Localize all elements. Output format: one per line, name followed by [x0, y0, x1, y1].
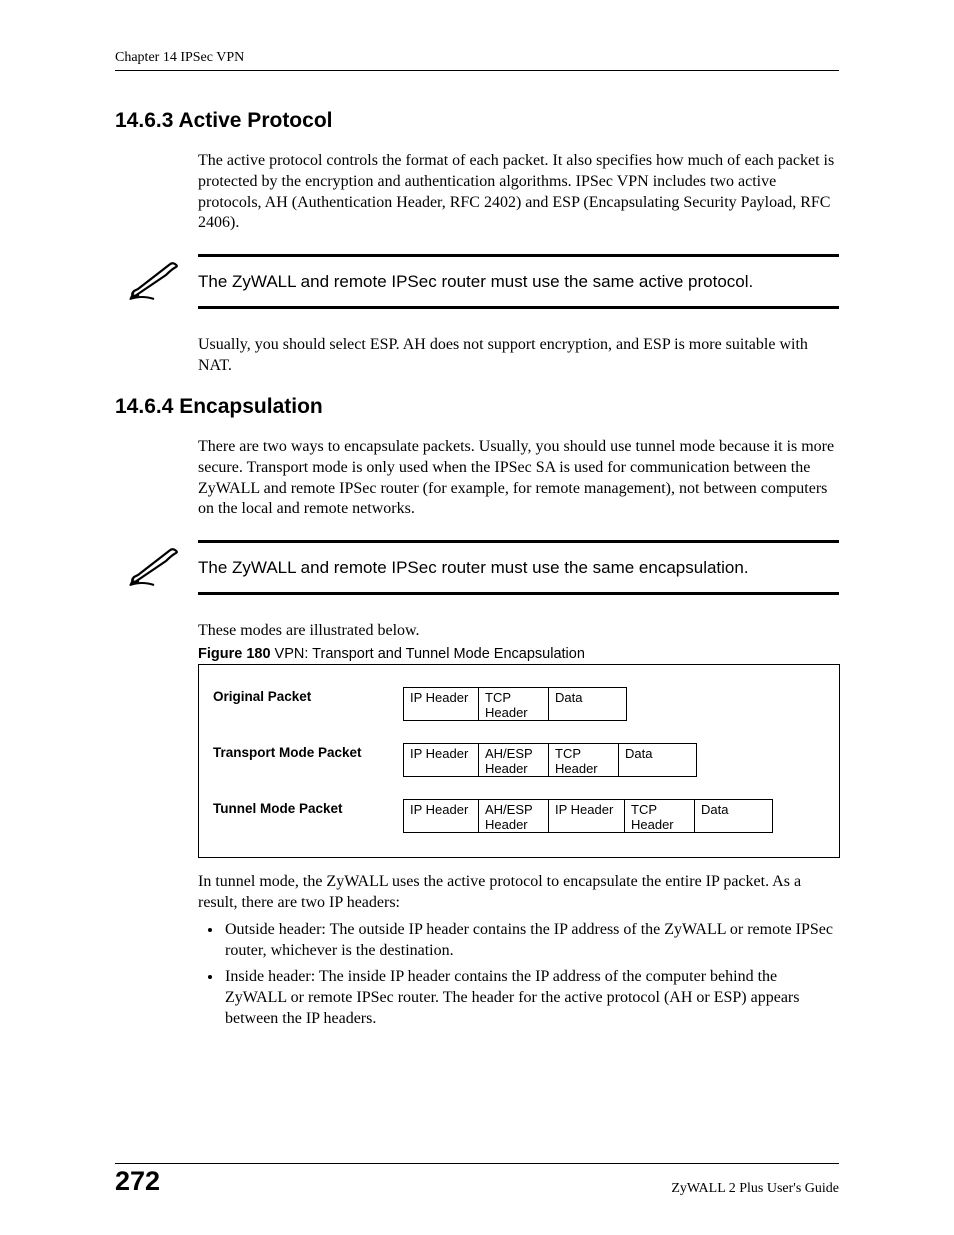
body-paragraph: In tunnel mode, the ZyWALL uses the acti…	[198, 872, 839, 914]
packet-cell: IP Header	[549, 799, 625, 833]
note-text: The ZyWALL and remote IPSec router must …	[198, 271, 839, 292]
figure-number: Figure 180	[198, 646, 271, 662]
packet-cell: Data	[549, 687, 627, 721]
packet-row-label: Tunnel Mode Packet	[213, 799, 403, 816]
page: Chapter 14 IPSec VPN 14.6.3 Active Proto…	[0, 0, 954, 1235]
body-paragraph: The active protocol controls the format …	[198, 151, 839, 234]
packet-cell: AH/ESPHeader	[479, 799, 549, 833]
packet-row-label: Original Packet	[213, 687, 403, 704]
page-number: 272	[115, 1166, 160, 1197]
note-pencil-icon	[128, 547, 180, 587]
note-block: The ZyWALL and remote IPSec router must …	[115, 540, 839, 595]
guide-title: ZyWALL 2 Plus User's Guide	[671, 1181, 839, 1197]
packet-cell: IP Header	[403, 687, 479, 721]
figure-encapsulation-diagram: Original Packet IP Header TCPHeader Data…	[198, 664, 840, 858]
packet-cell: TCPHeader	[479, 687, 549, 721]
packet-cell: TCPHeader	[549, 743, 619, 777]
packet-cell: IP Header	[403, 799, 479, 833]
packet-cell: Data	[619, 743, 697, 777]
packet-row-label: Transport Mode Packet	[213, 743, 403, 760]
packet-cell: AH/ESPHeader	[479, 743, 549, 777]
packet-cell: TCPHeader	[625, 799, 695, 833]
bullet-item: Inside header: The inside IP header cont…	[223, 967, 839, 1029]
packet-cell: IP Header	[403, 743, 479, 777]
bullet-item: Outside header: The outside IP header co…	[223, 920, 839, 962]
note-text: The ZyWALL and remote IPSec router must …	[198, 557, 839, 578]
packet-cell: Data	[695, 799, 773, 833]
packet-row-tunnel: Tunnel Mode Packet IP Header AH/ESPHeade…	[213, 799, 825, 833]
section-heading-encapsulation: 14.6.4 Encapsulation	[115, 395, 839, 419]
note-pencil-icon	[128, 261, 180, 301]
figure-title: VPN: Transport and Tunnel Mode Encapsula…	[271, 646, 585, 662]
figure-caption: Figure 180 VPN: Transport and Tunnel Mod…	[198, 646, 839, 662]
body-paragraph: There are two ways to encapsulate packet…	[198, 437, 839, 520]
bullet-list: Outside header: The outside IP header co…	[223, 920, 839, 1030]
note-block: The ZyWALL and remote IPSec router must …	[115, 254, 839, 309]
packet-row-transport: Transport Mode Packet IP Header AH/ESPHe…	[213, 743, 825, 777]
page-footer: 272 ZyWALL 2 Plus User's Guide	[115, 1163, 839, 1197]
running-header: Chapter 14 IPSec VPN	[115, 50, 839, 71]
body-paragraph: These modes are illustrated below.	[198, 621, 839, 642]
packet-row-original: Original Packet IP Header TCPHeader Data	[213, 687, 825, 721]
body-paragraph: Usually, you should select ESP. AH does …	[198, 335, 839, 377]
section-heading-active-protocol: 14.6.3 Active Protocol	[115, 109, 839, 133]
